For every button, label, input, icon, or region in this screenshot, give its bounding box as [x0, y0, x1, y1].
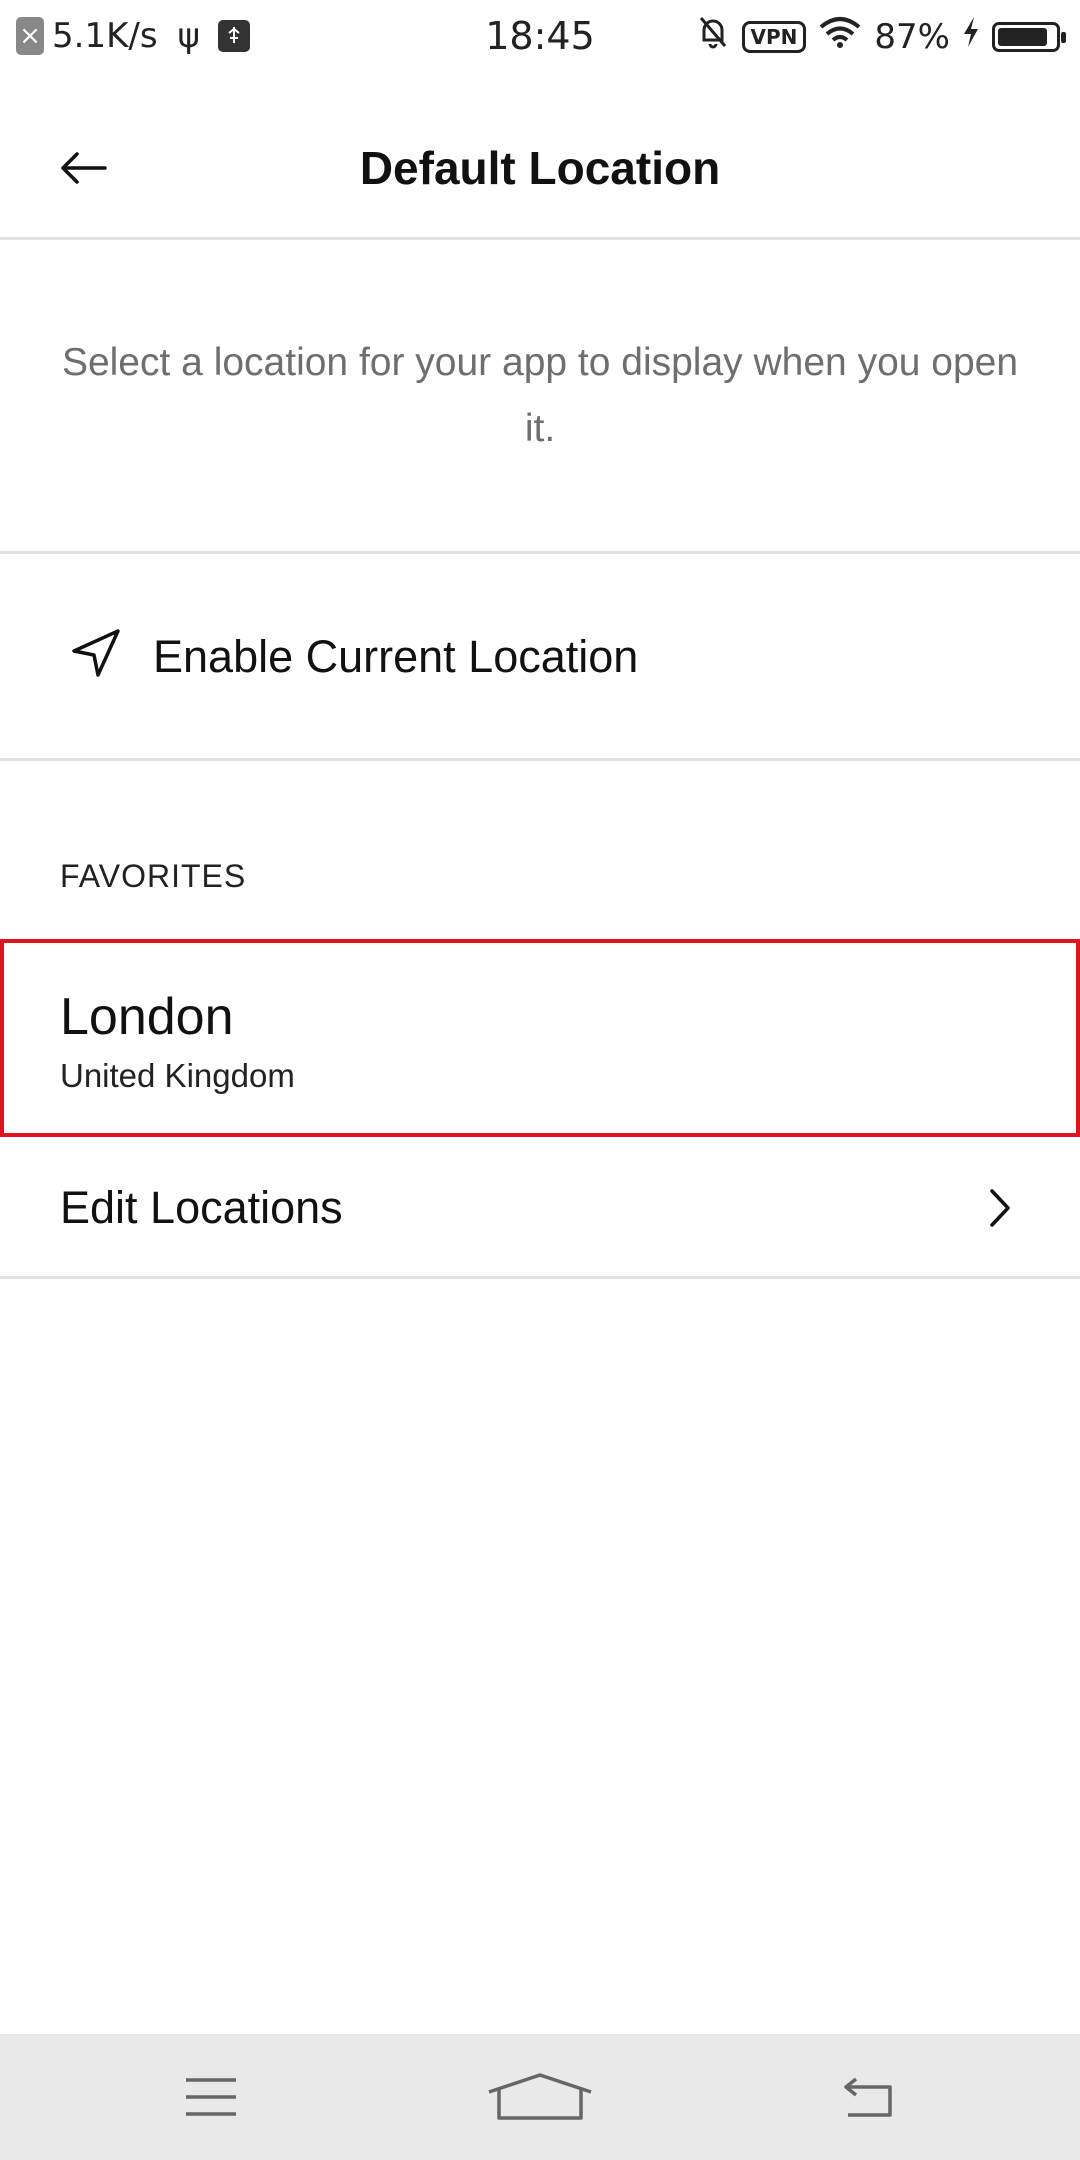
wifi-icon — [818, 15, 862, 58]
status-bar: × 5.1K/s ψ 18:45 VPN 87% — [0, 0, 1080, 72]
favorites-section-header: FAVORITES — [60, 858, 247, 894]
status-bar-right: VPN 87% — [696, 14, 1066, 59]
enable-current-location-label: Enable Current Location — [153, 631, 639, 682]
mute-bell-icon — [696, 14, 730, 59]
app-bar: Default Location — [0, 90, 1080, 240]
nav-home-button[interactable] — [480, 2052, 600, 2142]
location-arrow-icon — [72, 629, 120, 677]
edit-locations-label: Edit Locations — [60, 1182, 343, 1233]
favorite-location-item[interactable]: London United Kingdom — [0, 939, 1080, 1137]
menu-icon — [186, 2078, 236, 2116]
nav-menu-button[interactable] — [151, 2052, 271, 2142]
battery-percent: 87% — [874, 16, 950, 57]
vpn-icon: VPN — [741, 20, 807, 53]
description-text: Select a location for your app to displa… — [61, 341, 1019, 450]
battery-fill — [998, 27, 1047, 46]
nav-back-button[interactable] — [808, 2052, 928, 2142]
enable-current-location-row[interactable]: Enable Current Location — [0, 555, 1080, 758]
system-back-icon — [844, 2077, 892, 2117]
battery-icon — [992, 21, 1066, 52]
home-icon — [488, 2073, 592, 2120]
location-country: United Kingdom — [60, 1057, 295, 1094]
divider — [0, 551, 1080, 554]
divider — [0, 758, 1080, 761]
page-title: Default Location — [359, 142, 721, 194]
system-nav-bar — [0, 2034, 1080, 2160]
charging-bolt-icon — [962, 16, 980, 57]
chevron-right-icon — [990, 1189, 1010, 1227]
edit-locations-row[interactable]: Edit Locations — [0, 1137, 1080, 1279]
location-city: London — [60, 988, 234, 1046]
